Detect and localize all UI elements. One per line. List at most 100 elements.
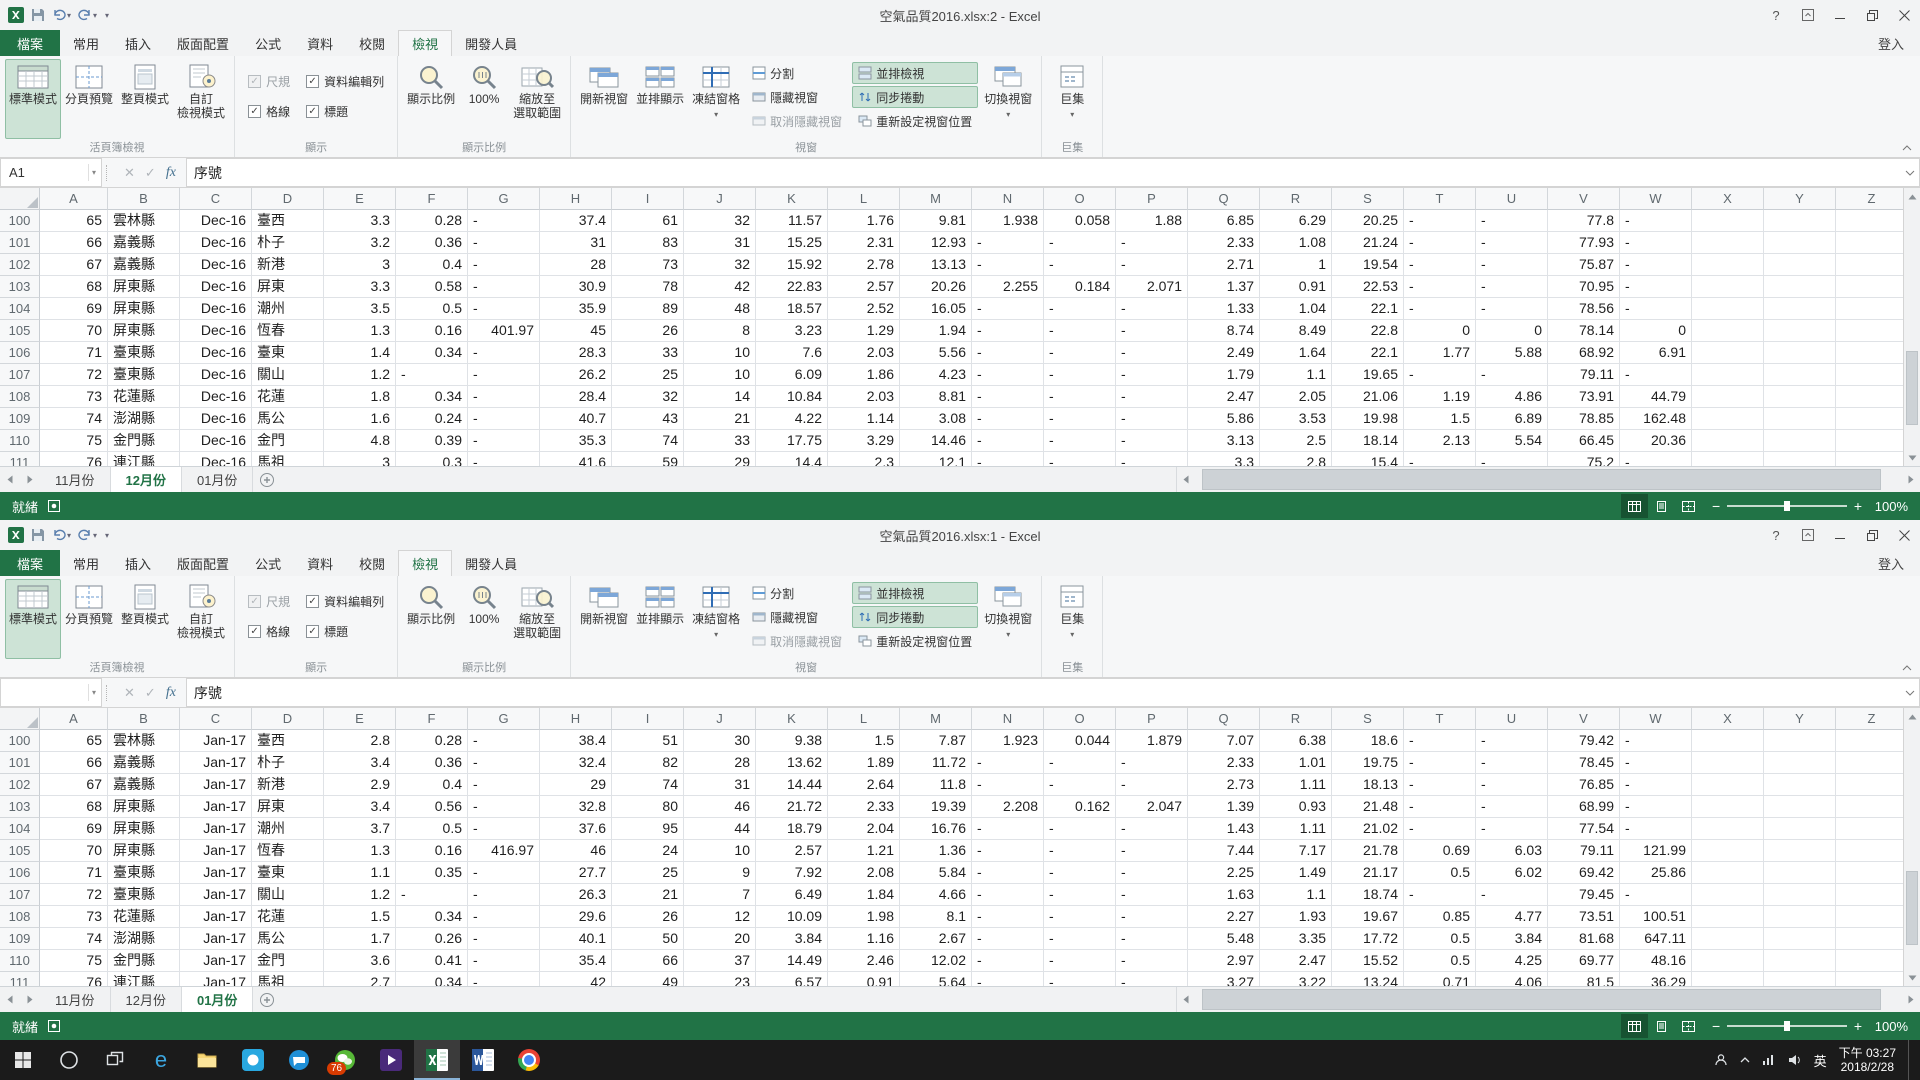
cell-Z103[interactable] — [1836, 796, 1903, 818]
cell-J111[interactable]: 29 — [684, 452, 756, 466]
row-header-107[interactable]: 107 — [0, 884, 40, 906]
formula-bar-grip[interactable] — [106, 165, 114, 181]
cell-O106[interactable]: - — [1044, 862, 1116, 884]
cell-N107[interactable]: - — [972, 364, 1044, 386]
taskbar-word-button[interactable] — [460, 1040, 506, 1080]
cell-V108[interactable]: 73.91 — [1548, 386, 1620, 408]
cell-H103[interactable]: 30.9 — [540, 276, 612, 298]
cell-F105[interactable]: 0.16 — [396, 840, 468, 862]
cell-I109[interactable]: 50 — [612, 928, 684, 950]
save-button[interactable] — [31, 8, 45, 22]
cell-T110[interactable]: 2.13 — [1404, 430, 1476, 452]
cell-U104[interactable]: - — [1476, 818, 1548, 840]
cell-P106[interactable]: - — [1116, 862, 1188, 884]
restore-button[interactable] — [1856, 520, 1888, 550]
cell-C103[interactable]: Dec-16 — [180, 276, 252, 298]
cell-N106[interactable]: - — [972, 862, 1044, 884]
row-header-107[interactable]: 107 — [0, 364, 40, 386]
cell-L108[interactable]: 2.03 — [828, 386, 900, 408]
cell-O107[interactable]: - — [1044, 884, 1116, 906]
cell-Z102[interactable] — [1836, 774, 1903, 796]
taskbar-chat-app-button[interactable] — [276, 1040, 322, 1080]
cell-S103[interactable]: 21.48 — [1332, 796, 1404, 818]
taskbar-media-app-button[interactable] — [368, 1040, 414, 1080]
cell-E109[interactable]: 1.7 — [324, 928, 396, 950]
cell-M100[interactable]: 7.87 — [900, 730, 972, 752]
cell-F109[interactable]: 0.26 — [396, 928, 468, 950]
row-header-102[interactable]: 102 — [0, 254, 40, 276]
cell-L100[interactable]: 1.76 — [828, 210, 900, 232]
cell-W102[interactable]: - — [1620, 254, 1692, 276]
enter-button[interactable]: ✓ — [145, 165, 156, 181]
cell-M100[interactable]: 9.81 — [900, 210, 972, 232]
cell-H107[interactable]: 26.3 — [540, 884, 612, 906]
cell-A101[interactable]: 66 — [40, 232, 108, 254]
horizontal-scrollbar-thumb[interactable] — [1202, 469, 1881, 490]
column-header-M[interactable]: M — [900, 188, 972, 210]
cell-X109[interactable] — [1692, 928, 1764, 950]
cell-D111[interactable]: 馬祖 — [252, 452, 324, 466]
cell-G102[interactable]: - — [468, 774, 540, 796]
column-header-G[interactable]: G — [468, 708, 540, 730]
cell-J106[interactable]: 9 — [684, 862, 756, 884]
cell-X102[interactable] — [1692, 774, 1764, 796]
column-header-Z[interactable]: Z — [1836, 188, 1903, 210]
cell-C110[interactable]: Dec-16 — [180, 430, 252, 452]
cell-X109[interactable] — [1692, 408, 1764, 430]
cell-C106[interactable]: Dec-16 — [180, 342, 252, 364]
cell-I102[interactable]: 73 — [612, 254, 684, 276]
taskbar-task-view-button[interactable] — [92, 1040, 138, 1080]
column-header-J[interactable]: J — [684, 188, 756, 210]
cell-Q100[interactable]: 7.07 — [1188, 730, 1260, 752]
column-header-D[interactable]: D — [252, 708, 324, 730]
scroll-down-icon[interactable] — [1904, 969, 1920, 986]
cell-O109[interactable]: - — [1044, 408, 1116, 430]
cell-D108[interactable]: 花蓮 — [252, 386, 324, 408]
cell-M103[interactable]: 19.39 — [900, 796, 972, 818]
cell-N106[interactable]: - — [972, 342, 1044, 364]
cell-A109[interactable]: 74 — [40, 928, 108, 950]
name-box-dropdown-icon[interactable]: ▾ — [88, 164, 99, 181]
cell-V100[interactable]: 77.8 — [1548, 210, 1620, 232]
cell-H103[interactable]: 32.8 — [540, 796, 612, 818]
column-header-F[interactable]: F — [396, 708, 468, 730]
cell-S102[interactable]: 19.54 — [1332, 254, 1404, 276]
cell-J102[interactable]: 31 — [684, 774, 756, 796]
cell-Y110[interactable] — [1764, 950, 1836, 972]
normal-view-button[interactable]: 標準模式 — [5, 579, 61, 659]
cell-S100[interactable]: 20.25 — [1332, 210, 1404, 232]
cell-L104[interactable]: 2.52 — [828, 298, 900, 320]
column-header-H[interactable]: H — [540, 188, 612, 210]
column-header-U[interactable]: U — [1476, 708, 1548, 730]
cell-X104[interactable] — [1692, 298, 1764, 320]
cell-K102[interactable]: 15.92 — [756, 254, 828, 276]
cell-V110[interactable]: 69.77 — [1548, 950, 1620, 972]
cell-R105[interactable]: 7.17 — [1260, 840, 1332, 862]
cell-A104[interactable]: 69 — [40, 818, 108, 840]
redo-button[interactable]: ▾ — [78, 529, 97, 541]
cell-I107[interactable]: 25 — [612, 364, 684, 386]
cell-D110[interactable]: 金門 — [252, 430, 324, 452]
cell-D108[interactable]: 花蓮 — [252, 906, 324, 928]
cell-C105[interactable]: Dec-16 — [180, 320, 252, 342]
cell-T108[interactable]: 0.85 — [1404, 906, 1476, 928]
show-desktop-button[interactable] — [1908, 1040, 1914, 1080]
cell-V104[interactable]: 78.56 — [1548, 298, 1620, 320]
zoom-slider[interactable] — [1727, 1025, 1847, 1027]
column-header-S[interactable]: S — [1332, 188, 1404, 210]
cell-Q109[interactable]: 5.48 — [1188, 928, 1260, 950]
collapse-ribbon-icon[interactable] — [1902, 665, 1912, 671]
cell-Q105[interactable]: 7.44 — [1188, 840, 1260, 862]
cell-Q108[interactable]: 2.47 — [1188, 386, 1260, 408]
cell-W108[interactable]: 44.79 — [1620, 386, 1692, 408]
ribbon-display-options-button[interactable] — [1792, 0, 1824, 30]
cell-F108[interactable]: 0.34 — [396, 906, 468, 928]
cell-P106[interactable]: - — [1116, 342, 1188, 364]
cell-O104[interactable]: - — [1044, 298, 1116, 320]
cell-I106[interactable]: 33 — [612, 342, 684, 364]
cell-D100[interactable]: 臺西 — [252, 730, 324, 752]
cell-R102[interactable]: 1 — [1260, 254, 1332, 276]
cell-A100[interactable]: 65 — [40, 730, 108, 752]
ribbon-tab-page-layout[interactable]: 版面配置 — [164, 30, 242, 56]
cell-E110[interactable]: 3.6 — [324, 950, 396, 972]
